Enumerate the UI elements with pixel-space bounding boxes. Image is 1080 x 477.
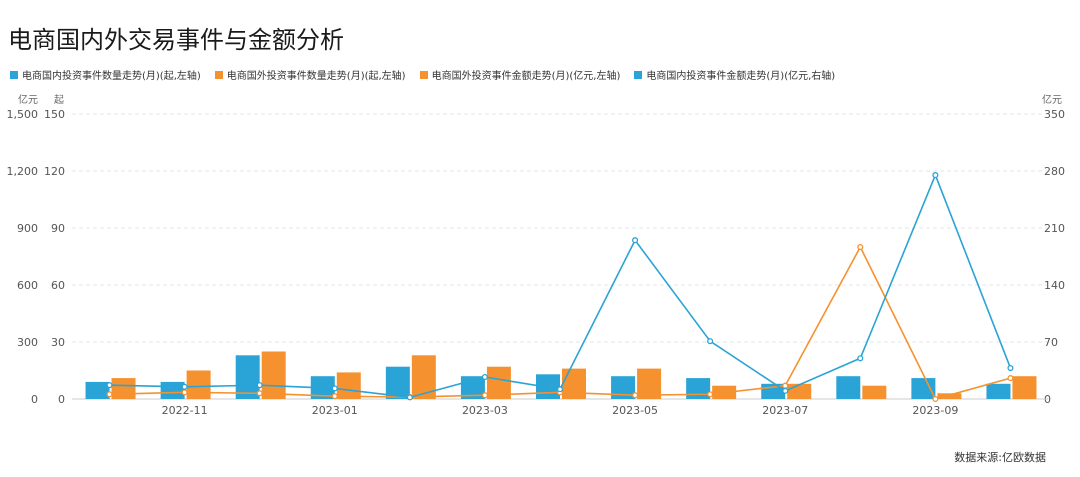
point-domestic-amount (406, 394, 413, 401)
point-domestic-amount (632, 237, 639, 244)
bar-foreign-count (411, 355, 436, 399)
bar-foreign-count (336, 372, 361, 399)
bar-foreign-count (186, 370, 211, 399)
point-foreign-amount (256, 390, 263, 397)
y-tick-label-left-count: 120 (44, 165, 65, 178)
y-tick-label-left-count: 0 (58, 393, 65, 406)
point-foreign-amount (782, 382, 789, 389)
point-foreign-amount (707, 391, 714, 398)
point-domestic-amount (256, 382, 263, 389)
x-tick-label: 2023-05 (612, 404, 658, 417)
point-domestic-amount (857, 355, 864, 362)
bar-domestic-count (160, 381, 185, 399)
point-domestic-amount (331, 385, 338, 392)
bar-foreign-count (261, 351, 286, 399)
point-foreign-amount (106, 391, 113, 398)
y-tick-label-left-amount: 0 (31, 393, 38, 406)
y-tick-label-left-amount: 600 (17, 279, 38, 292)
point-domestic-amount (782, 387, 789, 394)
point-foreign-amount (481, 392, 488, 399)
y-tick-label-left-count: 90 (51, 222, 65, 235)
y-tick-label-right: 210 (1044, 222, 1065, 235)
bar-foreign-count (1012, 376, 1037, 399)
point-domestic-amount (106, 382, 113, 389)
bar-domestic-count (986, 383, 1011, 399)
y-tick-label-right: 350 (1044, 108, 1065, 121)
point-domestic-amount (932, 172, 939, 179)
bar-domestic-count (836, 376, 861, 399)
y-tick-label-right: 140 (1044, 279, 1065, 292)
point-domestic-amount (481, 373, 488, 381)
point-foreign-amount (632, 392, 639, 399)
bar-foreign-count (111, 378, 136, 399)
x-tick-label: 2023-03 (462, 404, 508, 417)
y-tick-label-right: 70 (1044, 336, 1058, 349)
point-domestic-amount (1007, 365, 1014, 372)
bar-foreign-count (562, 368, 586, 399)
point-foreign-amount (932, 395, 939, 403)
y-tick-label-left-count: 150 (44, 108, 65, 121)
y-tick-label-left-count: 30 (51, 336, 65, 349)
x-tick-label: 2023-07 (762, 404, 808, 417)
bar-domestic-count (911, 378, 936, 399)
y-tick-label-left-amount: 300 (17, 336, 38, 349)
x-tick-label: 2023-09 (912, 404, 958, 417)
data-source: 数据来源:亿欧数据 (954, 451, 1046, 464)
y-tick-label-left-count: 60 (51, 279, 65, 292)
x-tick-label: 2022-11 (162, 404, 208, 417)
point-domestic-amount (707, 338, 714, 345)
bar-domestic-count (85, 381, 110, 399)
chart-canvas: 000300307060060140900902101,2001202801,5… (7, 108, 1066, 417)
y-tick-label-left-amount: 1,200 (7, 165, 39, 178)
point-foreign-amount (181, 389, 188, 396)
y-tick-label-left-amount: 1,500 (7, 108, 39, 121)
y-tick-label-right: 280 (1044, 165, 1065, 178)
point-foreign-amount (331, 393, 338, 400)
point-foreign-amount (857, 243, 864, 251)
point-domestic-amount (181, 383, 188, 390)
point-foreign-amount (1007, 375, 1014, 382)
bar-foreign-count (862, 385, 887, 399)
x-tick-label: 2023-01 (312, 404, 358, 417)
bar-foreign-count (787, 383, 812, 399)
point-domestic-amount (556, 386, 564, 393)
y-tick-label-left-amount: 900 (17, 222, 38, 235)
bar-domestic-count (686, 378, 711, 399)
